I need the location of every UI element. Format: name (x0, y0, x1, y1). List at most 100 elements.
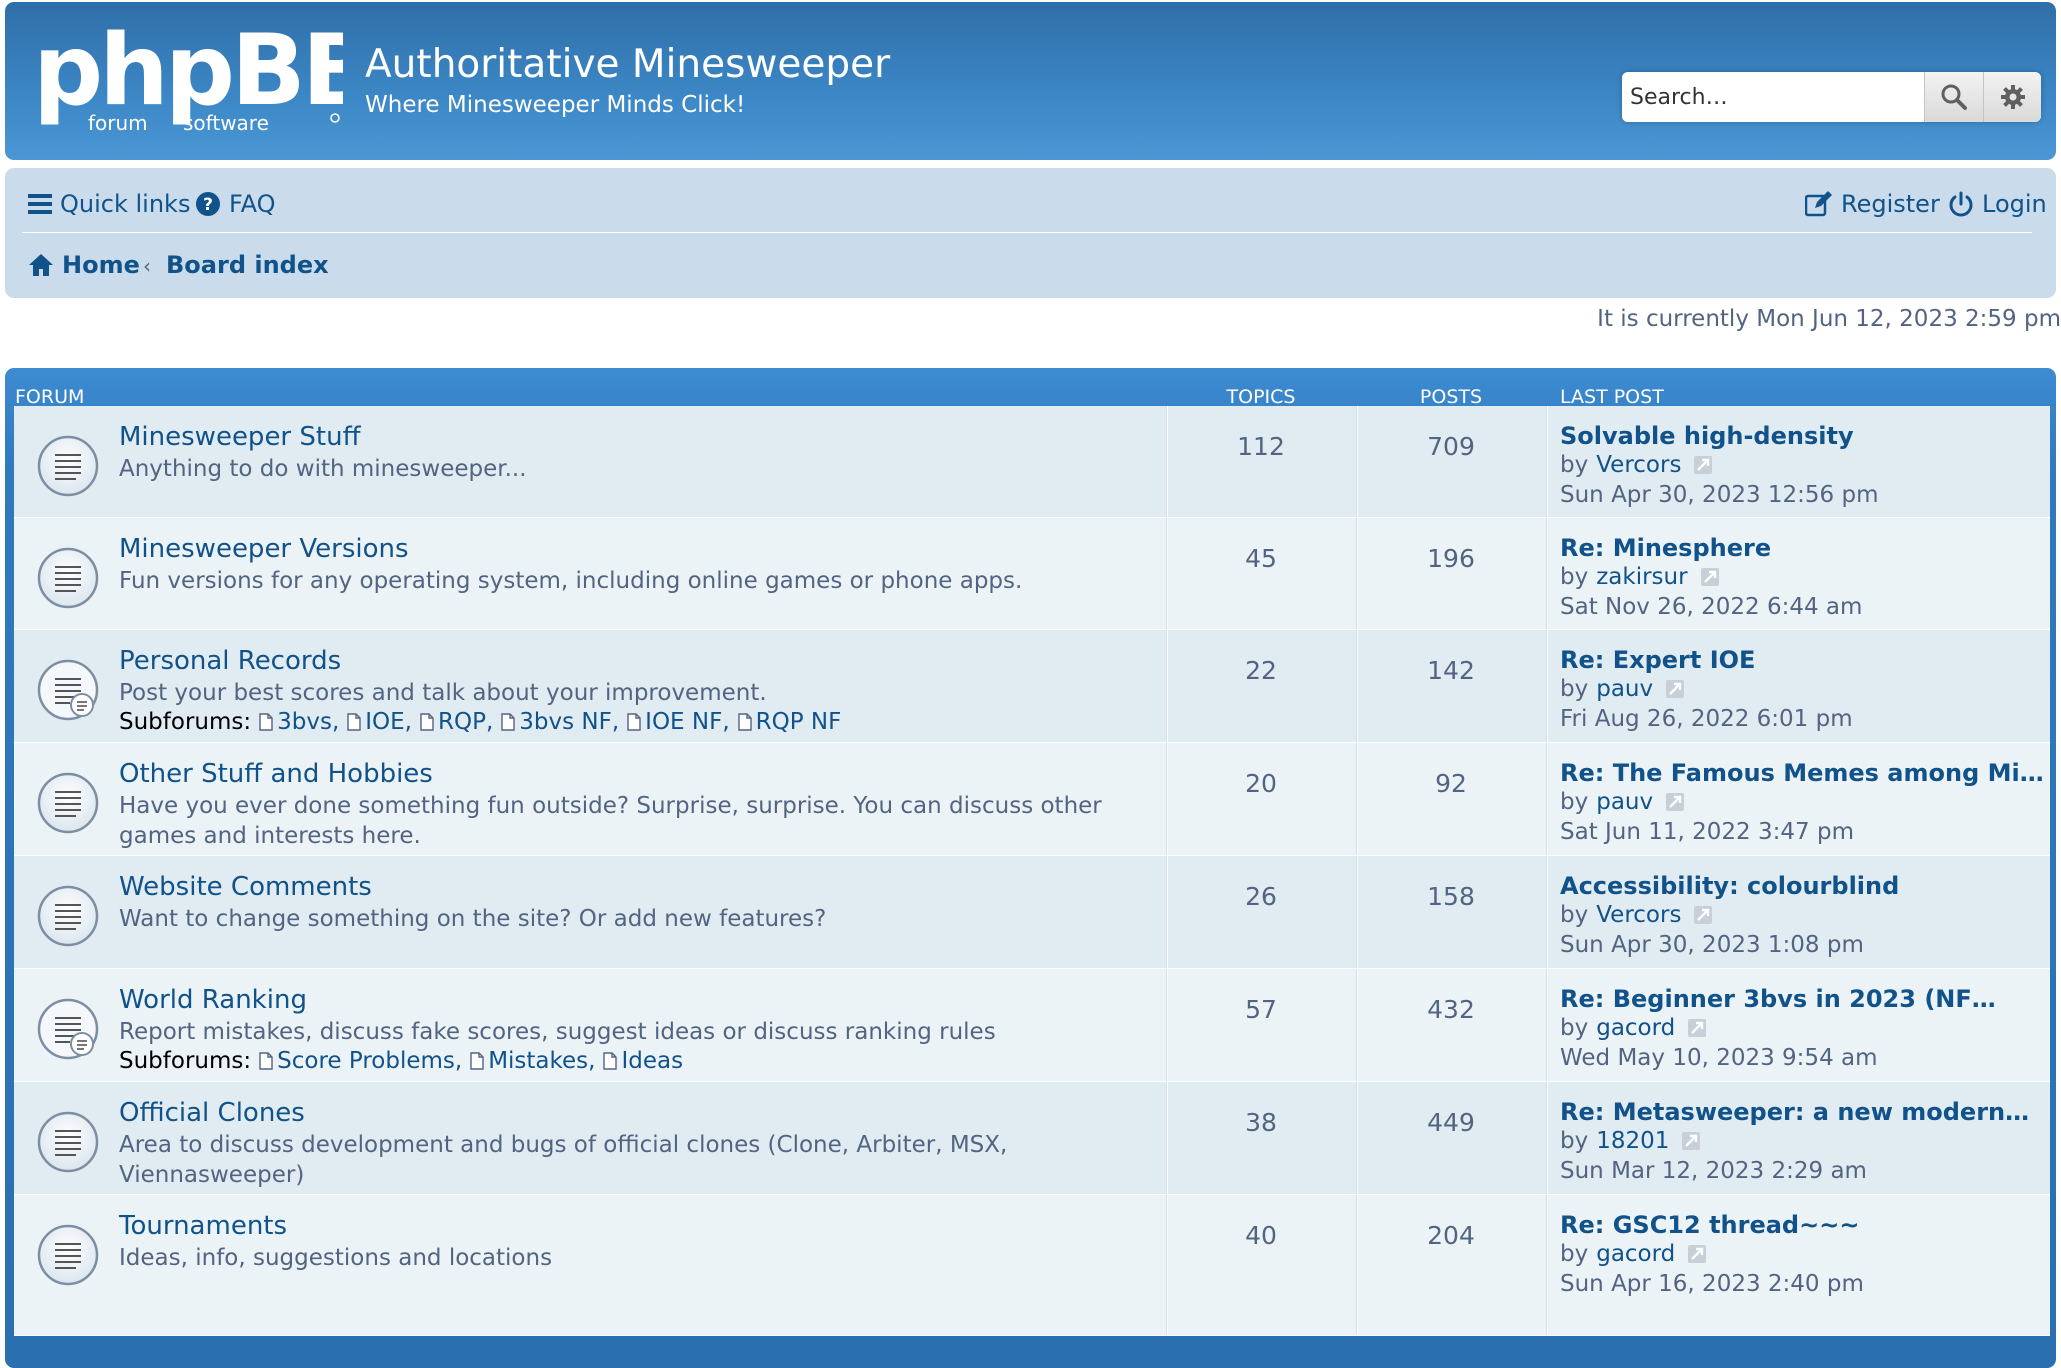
column-divider (1166, 743, 1168, 855)
breadcrumb-board-index-label: Board index (166, 251, 329, 279)
advanced-search-button[interactable] (1983, 72, 2041, 122)
column-divider (1166, 630, 1168, 742)
document-icon (420, 713, 434, 731)
view-latest-post-icon[interactable] (1700, 567, 1720, 587)
column-divider (1166, 969, 1168, 1081)
subforum-link[interactable]: IOE NF, (627, 709, 730, 735)
forum-title-link[interactable]: Tournaments (119, 1211, 287, 1241)
forum-title-link[interactable]: Website Comments (119, 872, 372, 902)
subforum-label: RQP, (438, 709, 494, 735)
by-label: by (1560, 564, 1589, 590)
forum-read-icon (36, 771, 100, 835)
document-icon (347, 713, 361, 731)
forum-row: Other Stuff and Hobbies Have you ever do… (14, 743, 2050, 856)
view-latest-post-icon[interactable] (1681, 1131, 1701, 1151)
column-divider (1356, 406, 1358, 517)
last-post-user-link[interactable]: zakirsur (1596, 564, 1687, 590)
login-link[interactable]: Login (1948, 190, 2047, 218)
last-post-title-link[interactable]: Solvable high-density (1560, 422, 1854, 450)
faq-link[interactable]: ? FAQ (195, 190, 276, 218)
svg-text:forum: forum (88, 111, 148, 135)
site-description: Where Minesweeper Minds Click! (365, 92, 746, 118)
column-divider (1356, 518, 1358, 629)
forum-description: Post your best scores and talk about you… (119, 680, 767, 706)
column-divider (1546, 1195, 1548, 1335)
last-post-title-link[interactable]: Re: Metasweeper: a new modern… (1560, 1098, 2029, 1126)
forum-row: World Ranking Report mistakes, discuss f… (14, 969, 2050, 1082)
subforum-label: Score Problems, (277, 1048, 463, 1074)
topics-count: 22 (1245, 656, 1277, 685)
document-icon (737, 713, 752, 731)
topics-count: 20 (1245, 769, 1277, 798)
hamburger-icon (28, 194, 52, 214)
subforum-link[interactable]: 3bvs NF, (501, 709, 619, 735)
subforum-link[interactable]: Ideas (603, 1048, 683, 1074)
last-post-date: Sun Apr 16, 2023 2:40 pm (1560, 1271, 1864, 1297)
subforum-link[interactable]: Score Problems, (259, 1048, 462, 1074)
by-label: by (1560, 452, 1589, 478)
last-post-title-link[interactable]: Re: Beginner 3bvs in 2023 (NF… (1560, 985, 1996, 1013)
subforum-label: IOE NF, (645, 709, 730, 735)
column-divider (1166, 406, 1168, 517)
posts-count: 449 (1427, 1108, 1475, 1137)
forum-row: Minesweeper Versions Fun versions for an… (14, 518, 2050, 630)
forum-description: Have you ever done something fun outside… (119, 793, 1102, 849)
column-divider (1166, 518, 1168, 629)
posts-count: 142 (1427, 656, 1475, 685)
view-latest-post-icon[interactable] (1665, 679, 1685, 699)
forum-title-link[interactable]: World Ranking (119, 985, 307, 1015)
view-latest-post-icon[interactable] (1687, 1018, 1707, 1038)
posts-count: 196 (1427, 544, 1475, 573)
register-link[interactable]: Register (1805, 190, 1940, 218)
last-post-user-link[interactable]: pauv (1596, 789, 1653, 815)
subforum-link[interactable]: Mistakes, (470, 1048, 595, 1074)
register-label: Register (1841, 190, 1940, 218)
last-post-author: by pauv (1560, 676, 1685, 702)
last-post-date: Sun Mar 12, 2023 2:29 am (1560, 1158, 1867, 1184)
last-post-author: by 18201 (1560, 1128, 1701, 1154)
forum-description: Report mistakes, discuss fake scores, su… (119, 1019, 996, 1045)
by-label: by (1560, 1015, 1589, 1041)
forum-description: Ideas, info, suggestions and locations (119, 1245, 553, 1271)
view-latest-post-icon[interactable] (1665, 792, 1685, 812)
last-post-title-link[interactable]: Re: GSC12 thread~~~ (1560, 1211, 1859, 1239)
column-divider (1356, 856, 1358, 968)
view-latest-post-icon[interactable] (1687, 1244, 1707, 1264)
subforums-list: Subforums: 3bvs, IOE, RQP, 3bvs NF, IOE NF, R… (119, 709, 841, 735)
forum-title-link[interactable]: Other Stuff and Hobbies (119, 759, 433, 789)
subforums-list: Subforums: Score Problems, Mistakes, Ideas (119, 1048, 683, 1074)
view-latest-post-icon[interactable] (1693, 455, 1713, 475)
view-latest-post-icon[interactable] (1693, 905, 1713, 925)
last-post-user-link[interactable]: gacord (1596, 1015, 1675, 1041)
document-icon (470, 1052, 484, 1070)
subforum-link[interactable]: IOE, (347, 709, 412, 735)
subforum-link[interactable]: 3bvs, (259, 709, 339, 735)
breadcrumb-home[interactable]: Home (28, 251, 140, 279)
column-divider (1546, 1082, 1548, 1194)
forum-title-link[interactable]: Official Clones (119, 1098, 305, 1128)
search-icon (1941, 84, 1967, 110)
subforum-link[interactable]: RQP NF (737, 709, 841, 735)
last-post-user-link[interactable]: Vercors (1596, 452, 1681, 478)
last-post-title-link[interactable]: Re: Expert IOE (1560, 646, 1755, 674)
quick-links-menu[interactable]: Quick links (28, 190, 190, 218)
last-post-user-link[interactable]: Vercors (1596, 902, 1681, 928)
search-input[interactable] (1622, 72, 1922, 122)
subforum-label: Ideas (621, 1048, 684, 1074)
last-post-title-link[interactable]: Re: The Famous Memes among Mi… (1560, 759, 2044, 787)
forum-title-link[interactable]: Minesweeper Stuff (119, 422, 360, 452)
search-button[interactable] (1924, 72, 1983, 122)
last-post-title-link[interactable]: Accessibility: colourblind (1560, 872, 1899, 900)
subforum-link[interactable]: RQP, (420, 709, 493, 735)
forum-read-icon (36, 546, 100, 610)
last-post-title-link[interactable]: Re: Minesphere (1560, 534, 1771, 562)
topics-count: 38 (1245, 1108, 1277, 1137)
forum-title-link[interactable]: Minesweeper Versions (119, 534, 409, 564)
breadcrumb-board-index[interactable]: Board index (166, 251, 329, 279)
last-post-user-link[interactable]: 18201 (1596, 1128, 1669, 1154)
phpbb-logo[interactable]: phpBB forum software (33, 14, 376, 136)
last-post-user-link[interactable]: pauv (1596, 676, 1653, 702)
last-post-author: by Vercors (1560, 452, 1713, 478)
last-post-user-link[interactable]: gacord (1596, 1241, 1675, 1267)
forum-title-link[interactable]: Personal Records (119, 646, 341, 676)
